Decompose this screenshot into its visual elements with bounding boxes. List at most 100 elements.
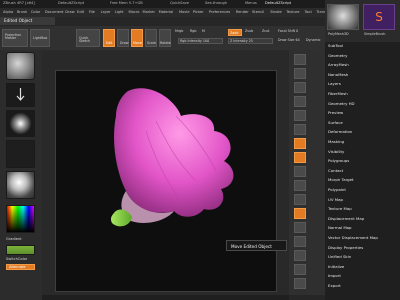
xyz-button[interactable] [294, 180, 306, 191]
material-thumbnail[interactable] [6, 171, 35, 199]
menu-texture[interactable]: Texture [286, 10, 299, 15]
tool-menu-visibility[interactable]: Visibility [328, 149, 344, 154]
tool-menu-masking[interactable]: Masking [328, 140, 344, 144]
tool-menu-normal-map[interactable]: Normal Map [328, 226, 352, 230]
stroke-thumbnail[interactable] [6, 83, 35, 107]
rotate-button[interactable]: Rotate [159, 29, 171, 47]
tool-menu-geometry[interactable]: Geometry [328, 53, 347, 58]
menu-marker[interactable]: Marker [143, 10, 155, 15]
tool-menu-texture-map[interactable]: Texture Map [328, 207, 352, 211]
tool-thumbnail[interactable] [327, 4, 359, 30]
alpha-thumbnail[interactable] [6, 110, 35, 137]
tool-menu-nanomesh[interactable]: NanoMesh [328, 72, 348, 77]
menu-light[interactable]: Light [115, 10, 124, 15]
menu-stencil[interactable]: Stencil [252, 10, 264, 15]
menu-preferences[interactable]: Preferences [209, 10, 230, 15]
persp-button[interactable] [294, 138, 306, 149]
quick-sketch-button[interactable]: Quick Sketch [76, 29, 100, 47]
tool-menu-geometry-hd[interactable]: Geometry HD [328, 101, 355, 106]
menu-movie[interactable]: Movie [179, 10, 190, 15]
active-subtool-tab[interactable]: Edited Object [0, 17, 55, 25]
zcut-toggle[interactable]: Zcut [262, 29, 269, 33]
frame-button[interactable] [294, 194, 306, 205]
spix-button[interactable] [294, 68, 306, 79]
tool-menu-subtool[interactable]: SubTool [328, 44, 343, 48]
tool-menu-import[interactable]: Import [328, 274, 341, 278]
scale-view-button[interactable] [294, 222, 306, 233]
menu-material[interactable]: Material [159, 10, 174, 15]
tool-menu-initialize[interactable]: Initialize [328, 264, 344, 269]
rgb-toggle[interactable]: Rgb [190, 29, 196, 33]
mrgb-toggle[interactable]: Mrgb [175, 29, 183, 33]
rgb-intensity-slider[interactable]: Rgb Intensity 100 [178, 38, 223, 44]
tool-menu-export[interactable]: Export [328, 284, 341, 288]
menus-toggle[interactable]: Menus [245, 1, 257, 6]
draw-size-slider[interactable]: Draw Size 64 [278, 38, 300, 42]
menu-edit[interactable]: Edit [77, 10, 84, 15]
tool-menu-vector-displacement-map[interactable]: Vector Displacement Map [328, 236, 378, 240]
scale-button[interactable]: Scale [145, 29, 157, 47]
bpr-button[interactable] [294, 54, 306, 65]
tool-menu-deformation[interactable]: Deformation [328, 130, 352, 134]
tool-menu-polypaint[interactable]: Polypaint [328, 188, 346, 192]
zoom-button[interactable] [294, 96, 306, 107]
rotate-view-button[interactable] [294, 236, 306, 247]
actual-button[interactable] [294, 110, 306, 121]
menu-color[interactable]: Color [31, 10, 40, 15]
alternate-button[interactable]: Alternate [6, 264, 35, 270]
tool-menu-displacement-map[interactable]: Displacement Map [328, 216, 364, 221]
tool-menu-polygroups[interactable]: Polygroups [328, 159, 349, 163]
tool-menu-surface[interactable]: Surface [328, 120, 343, 125]
draw-button[interactable]: Draw [117, 29, 129, 47]
menu-document[interactable]: Document [45, 10, 64, 15]
move-view-button[interactable] [294, 208, 306, 219]
color-picker[interactable] [6, 205, 35, 233]
polyf-button[interactable] [294, 250, 306, 261]
floor-button[interactable] [294, 152, 306, 163]
lightbox-button[interactable]: LightBox [30, 29, 50, 47]
flower-mesh[interactable] [56, 71, 276, 291]
menu-brush[interactable]: Brush [17, 10, 27, 15]
z-intensity-slider[interactable]: Z Intensity 25 [228, 38, 273, 44]
seethrough-slider[interactable]: See-through [205, 1, 227, 6]
tool-menu-arraymesh[interactable]: ArrayMesh [328, 63, 349, 67]
focal-shift-slider[interactable]: Focal Shift 0 [278, 29, 298, 33]
zsub-toggle[interactable]: Zsub [245, 29, 253, 33]
menu-tool[interactable]: Tool [305, 10, 312, 15]
tool-menu-uv-map[interactable]: UV Map [328, 197, 343, 202]
zadd-toggle[interactable]: Zadd [228, 29, 242, 36]
menu-alpha[interactable]: Alpha [3, 10, 13, 15]
tool2-thumbnail[interactable]: S [363, 4, 395, 30]
tool-menu-morph-target[interactable]: Morph Target [328, 178, 354, 182]
gradient-label[interactable]: Gradient [6, 237, 22, 242]
transp-button[interactable] [294, 264, 306, 275]
tool-menu-layers[interactable]: Layers [328, 82, 341, 86]
tool-menu-fibermesh[interactable]: FiberMesh [328, 92, 348, 96]
menu-layer[interactable]: Layer [101, 10, 111, 15]
document-canvas[interactable] [55, 70, 277, 292]
edit-button[interactable]: Edit [103, 29, 115, 47]
tool-menu-display-properties[interactable]: Display Properties [328, 245, 363, 250]
main-color-swatch[interactable] [6, 245, 35, 255]
menu-macro[interactable]: Macro [129, 10, 140, 15]
menu-draw[interactable]: Draw [65, 10, 74, 15]
brush-thumbnail[interactable] [6, 52, 35, 80]
tool-menu-unified-skin[interactable]: Unified Skin [328, 255, 351, 259]
dynamic-toggle[interactable]: Dynamic [306, 38, 321, 42]
quicksave-button[interactable]: QuickSave [170, 1, 189, 6]
menu-picker[interactable]: Picker [193, 10, 204, 15]
switch-color-label[interactable]: SwitchColor [6, 257, 27, 262]
menu-file[interactable]: File [89, 10, 95, 15]
move-button[interactable]: Move [131, 29, 143, 47]
texture-thumbnail[interactable] [6, 140, 35, 168]
projection-master-button[interactable]: Projection Master [2, 29, 28, 47]
menu-stroke[interactable]: Stroke [270, 10, 281, 15]
tool-menu-contact[interactable]: Contact [328, 168, 343, 173]
solo-button[interactable] [294, 278, 306, 289]
scroll-button[interactable] [294, 82, 306, 93]
local-button[interactable] [294, 166, 306, 177]
tool-menu-preview[interactable]: Preview [328, 111, 343, 115]
m-toggle[interactable]: M [202, 29, 205, 33]
aahalf-button[interactable] [294, 124, 306, 135]
menu-render[interactable]: Render [236, 10, 249, 15]
